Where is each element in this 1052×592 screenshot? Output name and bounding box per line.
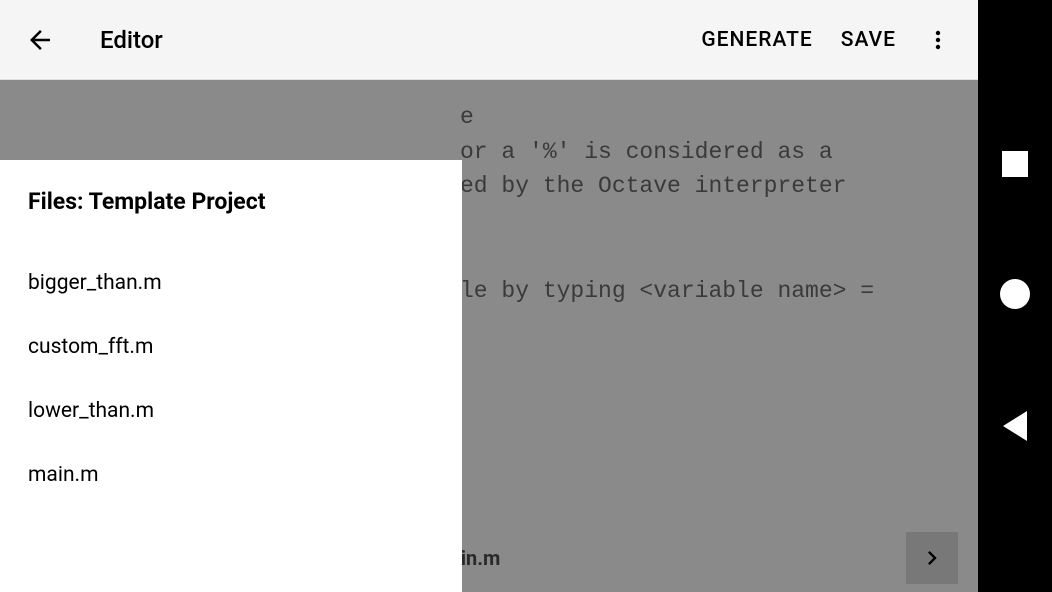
- drawer-title: Files: Template Project: [28, 188, 434, 215]
- generate-button[interactable]: GENERATE: [687, 28, 826, 52]
- file-item[interactable]: main.m: [28, 443, 434, 507]
- app-bar: Editor GENERATE SAVE: [0, 0, 978, 80]
- file-item[interactable]: lower_than.m: [28, 379, 434, 443]
- home-button[interactable]: [1000, 279, 1030, 309]
- back-button[interactable]: [20, 20, 60, 60]
- more-vert-icon: [926, 28, 950, 52]
- file-drawer: Files: Template Project bigger_than.m cu…: [0, 160, 462, 592]
- editor-line: e: [30, 100, 948, 135]
- page-title: Editor: [100, 26, 687, 54]
- chevron-right-icon: [918, 544, 946, 572]
- recent-apps-button[interactable]: [1002, 151, 1028, 177]
- back-nav-button[interactable]: [1003, 411, 1027, 441]
- save-button[interactable]: SAVE: [827, 28, 910, 52]
- overflow-menu-button[interactable]: [918, 20, 958, 60]
- android-nav-bar: [978, 0, 1052, 592]
- next-button[interactable]: [906, 532, 958, 584]
- file-item[interactable]: custom_fft.m: [28, 315, 434, 379]
- file-item[interactable]: bigger_than.m: [28, 251, 434, 315]
- arrow-left-icon: [25, 25, 55, 55]
